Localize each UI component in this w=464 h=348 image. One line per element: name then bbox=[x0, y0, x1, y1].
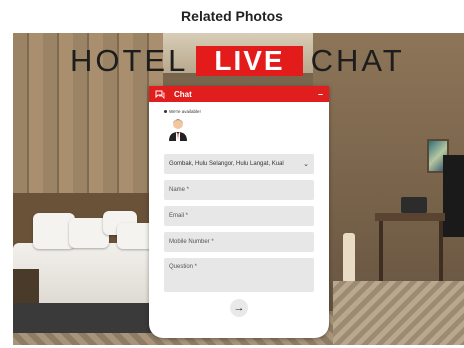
send-button[interactable]: → bbox=[230, 299, 248, 317]
availability-text: We're available! bbox=[169, 109, 201, 114]
chat-bubble-icon bbox=[155, 89, 165, 99]
minimize-button[interactable]: – bbox=[318, 89, 323, 99]
television bbox=[443, 155, 464, 237]
banner-word-hotel: HOTEL bbox=[70, 43, 189, 78]
chevron-down-icon: ⌄ bbox=[303, 161, 309, 168]
status-dot bbox=[164, 110, 167, 113]
mobile-number-field[interactable]: Mobile Number * bbox=[164, 232, 314, 252]
laptop bbox=[401, 197, 427, 213]
name-field[interactable]: Name * bbox=[164, 180, 314, 200]
location-select-value: Gombak, Hulu Selangor, Hulu Langat, Kual bbox=[169, 161, 284, 167]
chat-header[interactable]: Chat – bbox=[149, 86, 329, 102]
agent-avatar bbox=[167, 117, 189, 141]
desk-leg bbox=[379, 221, 383, 281]
chat-widget: Chat – We're available! Gombak, Hulu Sel… bbox=[149, 86, 329, 338]
desk-leg bbox=[439, 221, 443, 281]
location-select[interactable]: Gombak, Hulu Selangor, Hulu Langat, Kual… bbox=[164, 154, 314, 174]
page-title: Related Photos bbox=[181, 8, 283, 24]
bed-runner bbox=[13, 303, 163, 333]
banner-word-live: LIVE bbox=[196, 46, 303, 76]
floor-lamp bbox=[343, 233, 355, 283]
banner-word-chat: CHAT bbox=[310, 43, 405, 78]
question-field[interactable]: Question * bbox=[164, 258, 314, 292]
hotel-live-chat-banner: HOTEL LIVE CHAT bbox=[70, 43, 402, 79]
availability-status: We're available! bbox=[164, 109, 314, 114]
email-field[interactable]: Email * bbox=[164, 206, 314, 226]
carpet bbox=[333, 281, 464, 345]
chat-title: Chat bbox=[174, 89, 192, 99]
desk bbox=[375, 213, 445, 221]
chat-body: We're available! Gombak, Hulu Selangor, … bbox=[149, 102, 329, 317]
arrow-right-icon: → bbox=[233, 302, 245, 314]
